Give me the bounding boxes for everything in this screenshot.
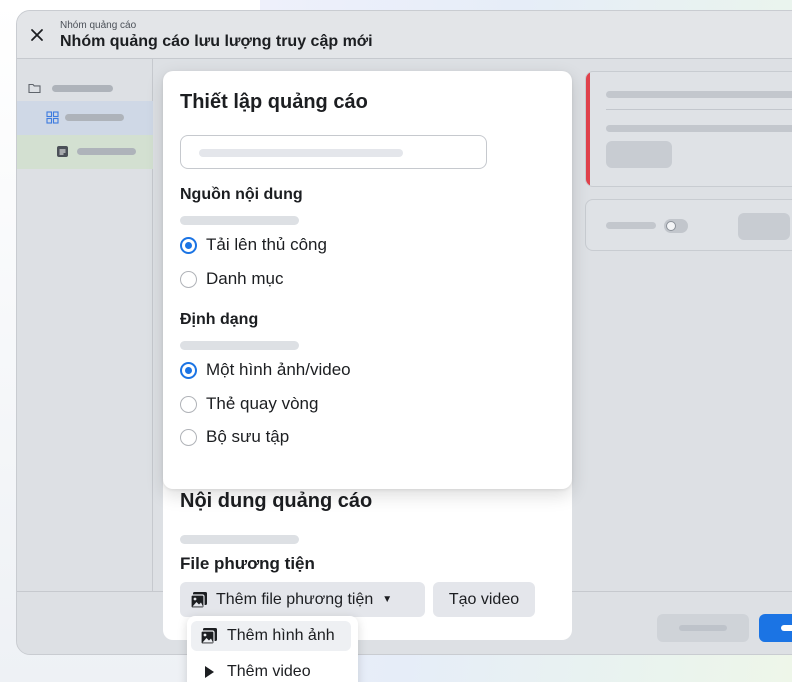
menu-item-add-video[interactable]: Thêm video bbox=[191, 657, 351, 682]
summary-card bbox=[585, 71, 792, 187]
radio-single-image-video[interactable]: Một hình ảnh/video bbox=[180, 359, 351, 381]
button-placeholder bbox=[679, 625, 727, 631]
placeholder-button[interactable] bbox=[738, 213, 790, 240]
window-title: Nhóm quảng cáo lưu lượng truy cập mới bbox=[60, 33, 373, 50]
grid-icon bbox=[46, 111, 59, 124]
radio-selected-icon bbox=[180, 236, 197, 254]
toggle-switch[interactable] bbox=[664, 219, 688, 233]
radio-label: Tải lên thủ công bbox=[206, 235, 327, 254]
ad-icon bbox=[57, 146, 68, 157]
radio-manual-upload[interactable]: Tải lên thủ công bbox=[180, 234, 327, 256]
placeholder-bar bbox=[606, 91, 792, 98]
create-video-button[interactable]: Tạo video bbox=[433, 582, 535, 617]
placeholder-bar bbox=[180, 216, 299, 225]
radio-unselected-icon bbox=[180, 395, 197, 413]
search-input[interactable] bbox=[180, 135, 487, 169]
media-label: File phương tiện bbox=[180, 554, 315, 573]
placeholder-bar bbox=[606, 125, 792, 132]
title-bar: Nhóm quảng cáo Nhóm quảng cáo lưu lượng … bbox=[17, 11, 792, 59]
divider bbox=[606, 109, 792, 110]
input-placeholder bbox=[199, 149, 403, 157]
image-icon bbox=[200, 628, 217, 645]
format-label: Định dạng bbox=[180, 311, 259, 328]
ad-content-title: Nội dung quảng cáo bbox=[180, 490, 373, 512]
radio-unselected-icon bbox=[180, 428, 197, 446]
secondary-footer-button[interactable] bbox=[657, 614, 749, 642]
radio-label: Danh mục bbox=[206, 269, 284, 288]
radio-label: Một hình ảnh/video bbox=[206, 360, 351, 379]
button-placeholder bbox=[781, 625, 792, 631]
folder-icon bbox=[28, 83, 41, 94]
radio-unselected-icon bbox=[180, 270, 197, 288]
close-icon[interactable] bbox=[29, 27, 45, 43]
placeholder-bar bbox=[180, 535, 299, 544]
sidebar-item-placeholder bbox=[52, 85, 113, 92]
radio-catalog[interactable]: Danh mục bbox=[180, 268, 283, 290]
sidebar-item-adset[interactable] bbox=[17, 101, 153, 135]
menu-item-add-image[interactable]: Thêm hình ảnh bbox=[191, 621, 351, 651]
sidebar-item-placeholder bbox=[65, 114, 124, 121]
error-stripe bbox=[586, 72, 590, 186]
sidebar-item-ad[interactable] bbox=[17, 135, 153, 169]
radio-carousel[interactable]: Thẻ quay vòng bbox=[180, 393, 318, 415]
placeholder-block bbox=[606, 141, 672, 168]
add-media-button[interactable]: Thêm file phương tiện ▼ bbox=[180, 582, 425, 617]
radio-selected-icon bbox=[180, 361, 197, 379]
caret-down-icon: ▼ bbox=[382, 594, 393, 605]
sidebar bbox=[17, 59, 153, 591]
menu-item-label: Thêm video bbox=[227, 663, 311, 680]
window-subtitle: Nhóm quảng cáo bbox=[60, 20, 137, 31]
options-card bbox=[585, 199, 792, 251]
content-source-label: Nguồn nội dung bbox=[180, 186, 303, 203]
menu-item-label: Thêm hình ảnh bbox=[227, 627, 335, 644]
primary-footer-button[interactable] bbox=[759, 614, 792, 642]
placeholder-bar bbox=[606, 222, 656, 229]
radio-label: Thẻ quay vòng bbox=[206, 394, 319, 413]
add-media-menu: Thêm hình ảnh Thêm video bbox=[187, 616, 358, 682]
radio-collection[interactable]: Bộ sưu tập bbox=[180, 426, 289, 448]
add-media-label: Thêm file phương tiện bbox=[216, 590, 374, 608]
ad-setup-panel: Thiết lập quảng cáo Nguồn nội dung Tải l… bbox=[163, 71, 572, 489]
sidebar-item-placeholder bbox=[77, 148, 136, 155]
image-icon bbox=[190, 591, 207, 609]
toggle-knob bbox=[666, 221, 676, 231]
radio-label: Bộ sưu tập bbox=[206, 427, 290, 446]
play-icon bbox=[205, 666, 214, 678]
ad-setup-title: Thiết lập quảng cáo bbox=[180, 91, 368, 113]
placeholder-bar bbox=[180, 341, 299, 350]
